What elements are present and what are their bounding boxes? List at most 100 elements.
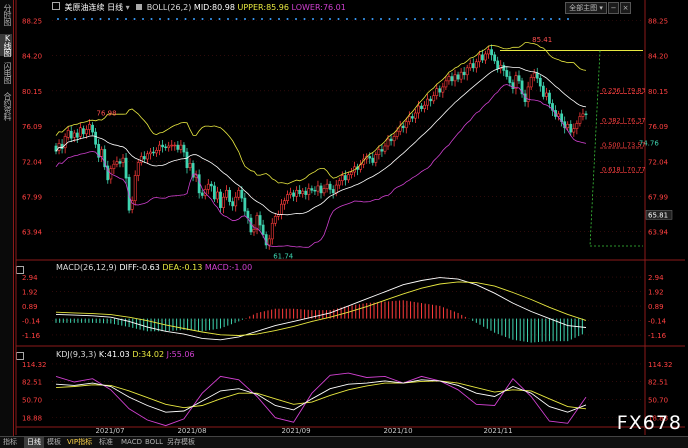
chart-canvas[interactable]: 88.25 88.25 84.20 84.20 80.15 80.15 76.09 76.09… — [0, 0, 688, 436]
marker-dot — [414, 18, 416, 20]
marker-dot — [448, 18, 450, 20]
candle-body — [444, 80, 448, 88]
fib-level-label: 0.500 | 73.57 — [602, 141, 646, 149]
marker-dot — [558, 18, 561, 20]
marker-dot — [82, 18, 85, 20]
candle-body — [414, 112, 417, 119]
x-tick-label: 2021/07 — [95, 427, 124, 435]
candle-body — [322, 188, 326, 194]
candle-body — [307, 188, 311, 195]
bottom-tab-standard[interactable]: 标准 — [96, 437, 116, 448]
candle-body — [441, 86, 445, 93]
marker-dot — [363, 18, 365, 20]
kdj-y-tick-left: 82.51 — [22, 379, 42, 387]
candle-body — [152, 151, 155, 154]
candle-body — [377, 149, 381, 155]
bottom-left-tab-indicator[interactable]: 指标 — [0, 437, 20, 448]
candle-body — [158, 144, 161, 151]
candle-body — [417, 105, 420, 114]
marker-dot — [439, 18, 442, 20]
marker-dot — [524, 18, 527, 20]
macd-y-tick-right: 1.92 — [648, 288, 664, 296]
candle-body — [447, 76, 451, 82]
candle-body — [91, 124, 94, 133]
x-tick-label: 2021/09 — [281, 427, 310, 435]
candle-body — [474, 61, 478, 69]
candle-body — [72, 132, 76, 138]
candle-body — [331, 189, 335, 194]
candle-body — [471, 63, 475, 69]
candle-body — [142, 156, 146, 160]
current-price-label: 65.81 — [648, 211, 668, 219]
marker-dot — [167, 18, 170, 20]
candle-body — [432, 95, 436, 102]
y-tick-left: 84.20 — [22, 53, 42, 61]
marker-dot — [541, 18, 544, 20]
marker-dot — [261, 18, 263, 20]
marker-dot — [150, 18, 153, 20]
marker-dot — [295, 18, 297, 20]
marker-dot — [303, 18, 306, 20]
bottom-tab-macd[interactable]: MACD — [118, 437, 145, 448]
candle-body — [371, 157, 375, 163]
candle-body — [343, 175, 347, 181]
bottom-tab-boll[interactable]: BOLL — [142, 437, 166, 448]
bottom-tab-save-template[interactable]: 另存模板 — [164, 437, 198, 448]
candle-body — [167, 145, 171, 149]
candle-body — [493, 54, 497, 62]
candle-body — [548, 92, 551, 104]
boll-lower-line — [55, 84, 587, 248]
candle-body — [219, 191, 222, 208]
macd-y-tick-left: -1.16 — [22, 332, 41, 340]
marker-dot — [346, 18, 348, 20]
candle-body — [188, 163, 192, 168]
marker-dot — [201, 18, 204, 20]
fib-level-label: 0.236 | 79.83 — [602, 87, 646, 95]
candle-body — [161, 144, 165, 148]
bottom-tab-vip[interactable]: VIP指标 — [64, 437, 95, 448]
candle-body — [115, 161, 119, 165]
candle-body — [429, 98, 433, 102]
candle-body — [273, 216, 277, 224]
marker-dot — [371, 18, 374, 20]
marker-dot — [252, 18, 255, 20]
marker-dot — [184, 18, 187, 20]
bottom-tab-daily[interactable]: 日线 — [24, 437, 44, 448]
candle-body — [456, 74, 460, 80]
candle-body — [222, 196, 225, 208]
candle-body — [252, 229, 256, 233]
macd-y-tick-left: 2.94 — [22, 274, 38, 282]
candle-body — [78, 127, 82, 137]
price-annotation: 61.74 — [273, 253, 294, 261]
kdj-d-line — [55, 380, 587, 410]
marker-dot — [567, 18, 569, 20]
candle-body — [395, 130, 399, 137]
candle-body — [410, 116, 414, 119]
marker-dot — [320, 18, 323, 20]
candle-body — [566, 123, 570, 129]
macd-y-tick-right: -1.16 — [648, 332, 667, 340]
marker-dot — [235, 18, 238, 20]
kdj-y-tick-left: 50.70 — [22, 396, 42, 404]
candle-body — [514, 75, 518, 89]
macd-y-tick-right: 0.89 — [648, 303, 664, 311]
candle-body — [465, 67, 469, 76]
candle-body — [374, 154, 378, 163]
candle-body — [426, 98, 430, 106]
candle-body — [179, 144, 183, 150]
candle-body — [228, 189, 232, 202]
candle-body — [569, 123, 573, 133]
y-tick-right: 88.25 — [648, 18, 668, 26]
candle-body — [383, 145, 387, 152]
candle-body — [149, 151, 152, 155]
boll-upper-line — [55, 42, 587, 185]
marker-dot — [312, 18, 314, 20]
marker-dot — [99, 18, 102, 20]
candle-body — [407, 116, 411, 122]
candle-body — [313, 189, 317, 192]
candle-body — [386, 138, 390, 147]
macd-dea-line — [55, 281, 587, 336]
marker-dot — [210, 18, 212, 20]
bottom-tab-template[interactable]: 模板 — [44, 437, 64, 448]
candle-body — [301, 190, 305, 195]
